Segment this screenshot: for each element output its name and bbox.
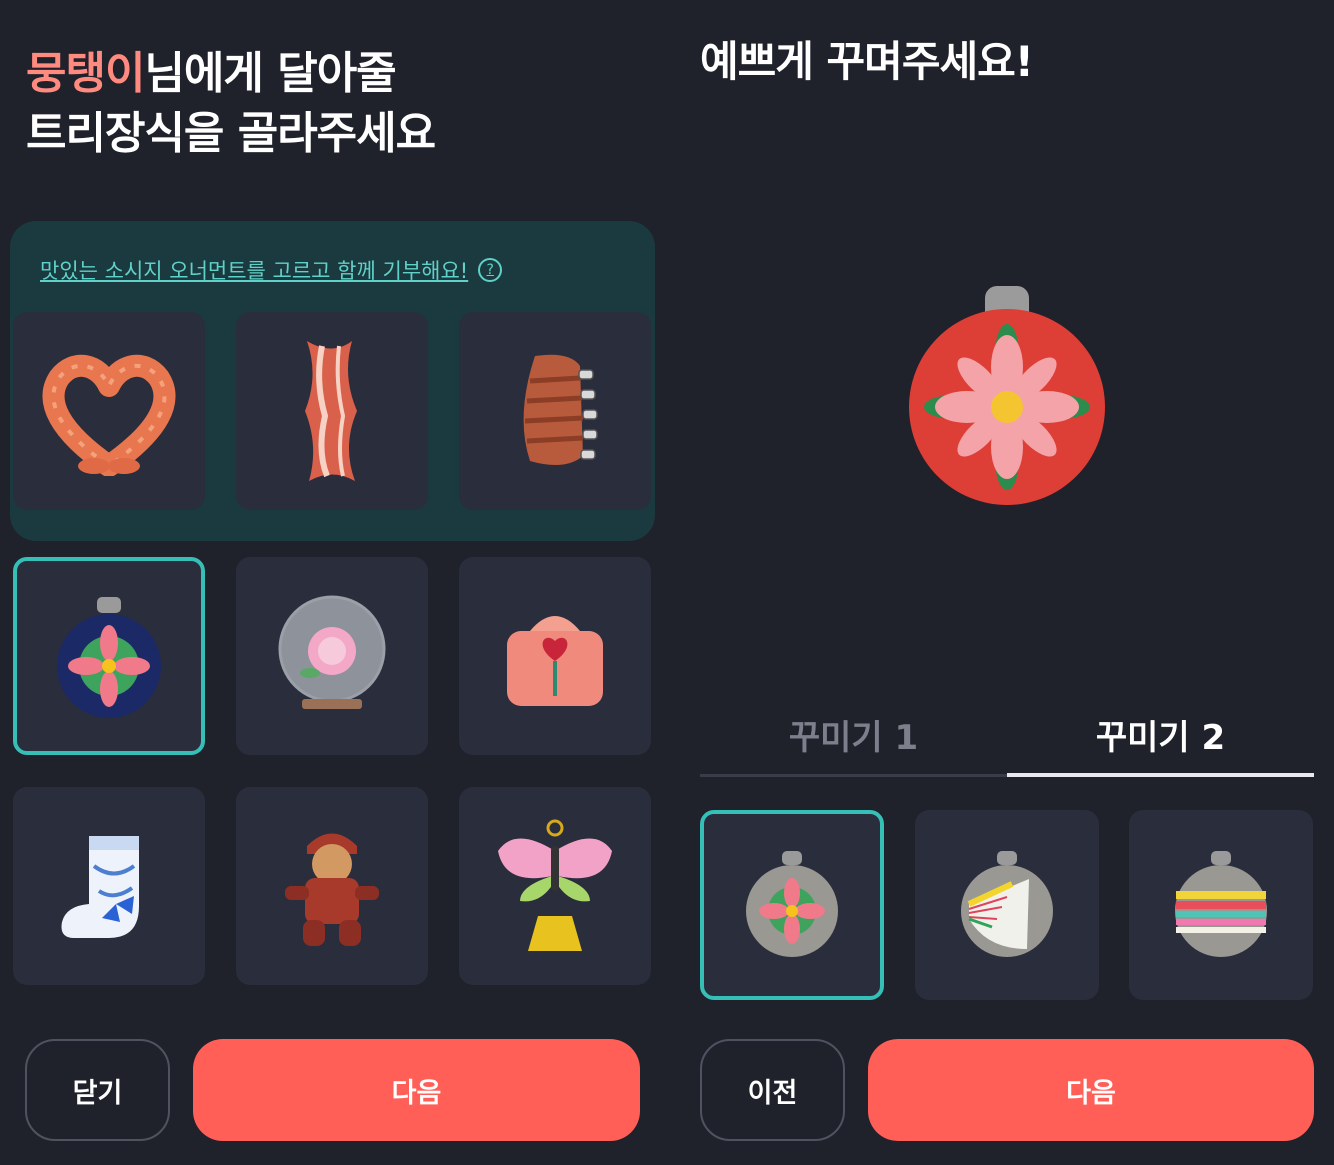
- help-icon[interactable]: ?: [478, 258, 503, 282]
- tab-decorate-1[interactable]: 꾸미기 1: [700, 710, 1007, 759]
- close-button[interactable]: 닫기: [25, 1039, 170, 1141]
- butterfly-norigae-icon: [498, 819, 612, 951]
- pattern-option-selected[interactable]: [700, 810, 884, 1000]
- ornament-option[interactable]: [459, 557, 651, 755]
- decorate-tabs: 꾸미기 1 꾸미기 2: [700, 700, 1314, 778]
- bojagi-gift-icon: [507, 616, 603, 706]
- fan-pattern-icon: [961, 851, 1053, 957]
- blue-sock-icon: [61, 836, 139, 938]
- ornament-option[interactable]: [236, 787, 428, 985]
- next-button[interactable]: 다음: [868, 1039, 1314, 1141]
- page-title: 뭉탱이님에게 달아줄 트리장식을 골라주세요: [26, 44, 436, 164]
- stripe-pattern-icon: [1175, 851, 1267, 957]
- ornament-option[interactable]: [459, 787, 651, 985]
- active-tab-indicator: [1007, 773, 1314, 777]
- promo-text[interactable]: 맛있는 소시지 오너먼트를 고르고 함께 기부해요!: [40, 255, 468, 285]
- promo-link[interactable]: 맛있는 소시지 오너먼트를 고르고 함께 기부해요! ?: [40, 255, 503, 285]
- recipient-name: 뭉탱이: [26, 48, 145, 99]
- gingerbread-icon: [285, 833, 379, 946]
- pattern-option[interactable]: [1129, 810, 1313, 1000]
- pattern-option[interactable]: [915, 810, 1099, 1000]
- ornament-select-panel: 뭉탱이님에게 달아줄 트리장식을 골라주세요 맛있는 소시지 오너먼트를 고르고…: [0, 0, 667, 1165]
- ornament-preview: [907, 282, 1107, 507]
- decorate-panel: 예쁘게 꾸며주세요! 꾸미기 1 꾸미기 2 이전 다음: [667, 0, 1334, 1165]
- ornament-option[interactable]: [236, 312, 428, 510]
- ornament-option[interactable]: [459, 312, 651, 510]
- bacon-icon: [305, 341, 357, 481]
- ornament-option[interactable]: [236, 557, 428, 755]
- title-line1: 님에게 달아줄: [144, 48, 396, 99]
- red-flower-ornament-icon: [909, 286, 1105, 505]
- tab-decorate-2[interactable]: 꾸미기 2: [1007, 710, 1314, 759]
- heart-sausage-icon: [42, 354, 176, 476]
- ornament-option[interactable]: [13, 787, 205, 985]
- ribs-icon: [523, 354, 598, 465]
- title-line2: 트리장식을 골라주세요: [26, 108, 436, 159]
- ornament-option[interactable]: [13, 312, 205, 510]
- flower-pattern-icon: [746, 851, 838, 957]
- page-title: 예쁘게 꾸며주세요!: [700, 37, 1034, 86]
- peony-snowglobe-icon: [278, 595, 386, 709]
- prev-button[interactable]: 이전: [700, 1039, 845, 1141]
- next-button[interactable]: 다음: [193, 1039, 640, 1141]
- ornament-option-selected[interactable]: [13, 557, 205, 755]
- navy-flower-ornament-icon: [57, 597, 161, 718]
